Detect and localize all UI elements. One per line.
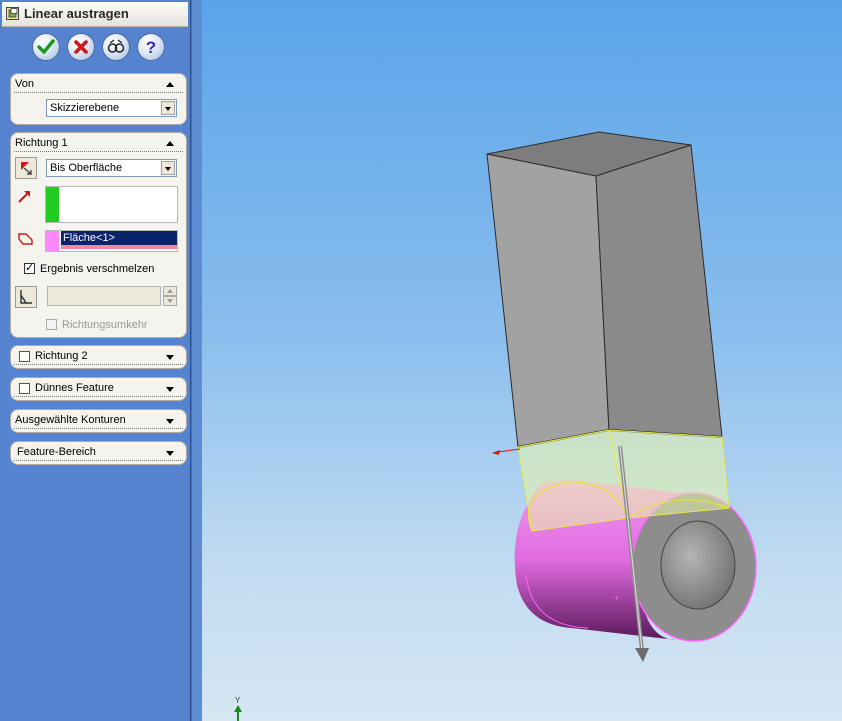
ok-icon: [37, 39, 55, 54]
collapse-icon: [166, 141, 174, 146]
box-body[interactable]: [486, 131, 723, 448]
direction-reference-field[interactable]: [45, 186, 178, 223]
selection-indicator: [61, 245, 177, 249]
richtung1-header-label: Richtung 1: [15, 137, 68, 149]
thin-feature-group[interactable]: Dünnes Feature: [10, 377, 187, 401]
feature-scope-header-label: Feature-Bereich: [17, 446, 96, 458]
direction-arrow-head[interactable]: [635, 648, 649, 662]
box-left-face[interactable]: [486, 153, 610, 448]
spin-up-button[interactable]: [163, 286, 177, 296]
draft-angle-input[interactable]: [47, 286, 161, 306]
start-condition-select[interactable]: Skizzierebene: [46, 99, 177, 117]
thin-feature-header-label: Dünnes Feature: [35, 382, 114, 394]
property-manager-inner: Linear austragen ? Von Skizzierebene Ric…: [0, 0, 191, 721]
spin-up-icon: [167, 289, 173, 293]
sketch-origin-arrow: [492, 448, 521, 455]
start-condition-value: Skizzierebene: [50, 102, 120, 114]
direction-arrow-icon: [18, 191, 30, 203]
thin-feature-checkbox[interactable]: [19, 383, 30, 394]
panel-title: Linear austragen: [24, 6, 129, 21]
spin-down-button[interactable]: [163, 296, 177, 306]
help-icon: ?: [146, 38, 156, 57]
graphics-viewport[interactable]: + Y: [202, 0, 842, 721]
model-scene[interactable]: + Y: [202, 0, 842, 721]
cancel-button[interactable]: [67, 33, 95, 61]
dropdown-arrow-icon[interactable]: [161, 101, 175, 115]
preview-icon: [107, 39, 125, 53]
thin-feature-header[interactable]: Dünnes Feature: [14, 380, 183, 397]
contours-header[interactable]: Ausgewählte Konturen: [14, 412, 183, 429]
expand-icon: [166, 451, 174, 456]
property-manager: Linear austragen ? Von Skizzierebene Ric…: [0, 0, 192, 721]
merge-result-checkbox[interactable]: [24, 261, 35, 274]
preview-button[interactable]: [102, 33, 130, 61]
end-condition-value: Bis Oberfläche: [50, 162, 123, 174]
contours-group[interactable]: Ausgewählte Konturen: [10, 409, 187, 433]
face-selection-field[interactable]: Fläche<1>: [45, 230, 178, 252]
von-group: Von Skizzierebene: [10, 73, 187, 125]
draft-toggle-button[interactable]: [15, 286, 37, 308]
draft-angle-icon: [20, 290, 32, 304]
face-select-icon: [18, 233, 33, 245]
richtung2-header-label: Richtung 2: [35, 350, 88, 362]
selected-face-item[interactable]: Fläche<1>: [61, 231, 177, 245]
preview-left-face: [517, 429, 629, 532]
expand-icon: [166, 419, 174, 424]
face-color-swatch: [46, 231, 59, 251]
expand-icon: [166, 355, 174, 360]
richtung2-group[interactable]: Richtung 2: [10, 345, 187, 369]
direction-color-swatch: [46, 187, 59, 222]
y-axis-label: Y: [235, 696, 241, 705]
richtung2-checkbox[interactable]: [19, 351, 30, 362]
richtung1-header[interactable]: Richtung 1: [14, 135, 183, 152]
collapse-icon: [166, 82, 174, 87]
von-header[interactable]: Von: [14, 76, 183, 93]
spin-down-icon: [167, 299, 173, 303]
cancel-icon: [74, 40, 88, 54]
expand-icon: [166, 387, 174, 392]
selected-face-label: Fläche<1>: [63, 232, 115, 244]
reverse-direction-icon: [21, 162, 32, 175]
end-condition-select[interactable]: Bis Oberfläche: [46, 159, 177, 177]
reverse-direction-checkbox[interactable]: [46, 319, 57, 330]
dropdown-arrow-icon[interactable]: [161, 161, 175, 175]
reverse-direction-button[interactable]: [15, 157, 37, 179]
richtung2-header[interactable]: Richtung 2: [14, 348, 183, 365]
extrude-feature-icon: [6, 7, 19, 20]
y-axis-arrow-icon: [234, 705, 242, 712]
ok-button[interactable]: [32, 33, 60, 61]
title-bar: Linear austragen: [2, 2, 188, 27]
view-triad[interactable]: Y: [234, 696, 242, 721]
merge-result-label: Ergebnis verschmelzen: [40, 263, 155, 275]
feature-scope-group[interactable]: Feature-Bereich: [10, 441, 187, 465]
cylinder-bore[interactable]: [660, 520, 736, 610]
reverse-direction-label: Richtungsumkehr: [62, 319, 148, 331]
contours-header-label: Ausgewählte Konturen: [15, 414, 126, 426]
help-button[interactable]: ?: [137, 33, 165, 61]
svg-text:?: ?: [146, 38, 156, 57]
feature-scope-header[interactable]: Feature-Bereich: [14, 444, 183, 461]
center-mark-icon: +: [614, 593, 619, 603]
von-header-label: Von: [15, 78, 34, 90]
richtung1-group: Richtung 1 Bis Oberfläche Fläche<1> ✓ Er…: [10, 132, 187, 338]
box-right-face[interactable]: [595, 144, 723, 438]
